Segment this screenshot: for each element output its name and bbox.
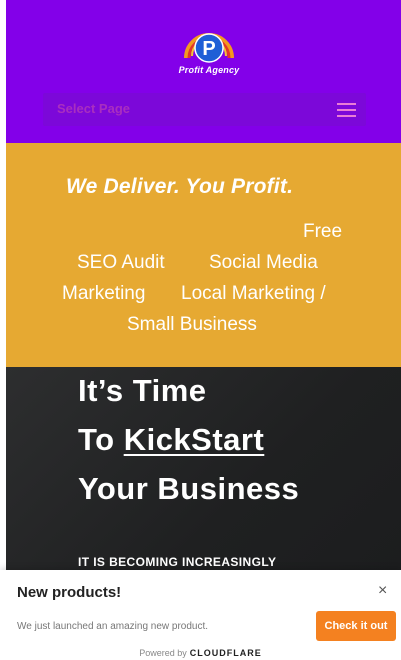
hero-line-1: It’s Time [78,373,207,408]
service-seo-audit: SEO Audit [77,252,165,273]
service-free: Free [303,221,343,242]
hero-line-2-prefix: To [78,422,124,457]
hero-line-2: To KickStart [78,422,264,458]
notification-message: We just launched an amazing new product. [17,621,209,632]
close-icon[interactable]: × [378,582,387,600]
notification-panel: New products! × We just launched an amaz… [0,570,401,660]
page: P Profit Agency Select Page We Deliver. … [6,0,401,660]
site-logo[interactable]: P Profit Agency [176,22,242,76]
hamburger-icon[interactable] [337,103,356,117]
kickstart-link[interactable]: KickStart [124,422,265,457]
check-it-out-button[interactable]: Check it out [316,611,396,641]
logo-icon: P [184,33,234,63]
hero-section: It’s Time To KickStart Your Business IT … [6,367,401,577]
powered-by-label: Powered by [139,648,187,658]
hero-line-3: Your Business [78,471,300,506]
site-header: P Profit Agency Select Page [6,0,401,143]
service-local-marketing: Local Marketing / [181,283,326,304]
cloudflare-brand[interactable]: CLOUDFLARE [190,648,262,658]
logo-letter: P [202,38,215,60]
powered-by: Powered by CLOUDFLARE [0,648,401,658]
tagline-band: We Deliver. You Profit. Free SEO Audit S… [6,143,401,367]
service-social-media: Social Media [209,252,318,273]
hero-subtext: IT IS BECOMING INCREASINGLY [78,555,277,569]
mobile-menu-select[interactable]: Select Page [43,93,366,126]
service-marketing: Marketing [62,283,146,304]
service-small-business: Small Business [127,314,257,335]
notification-title: New products! [17,584,122,601]
tagline: We Deliver. You Profit. [66,175,294,198]
logo-text: Profit Agency [178,65,240,75]
select-page-label: Select Page [57,101,130,116]
